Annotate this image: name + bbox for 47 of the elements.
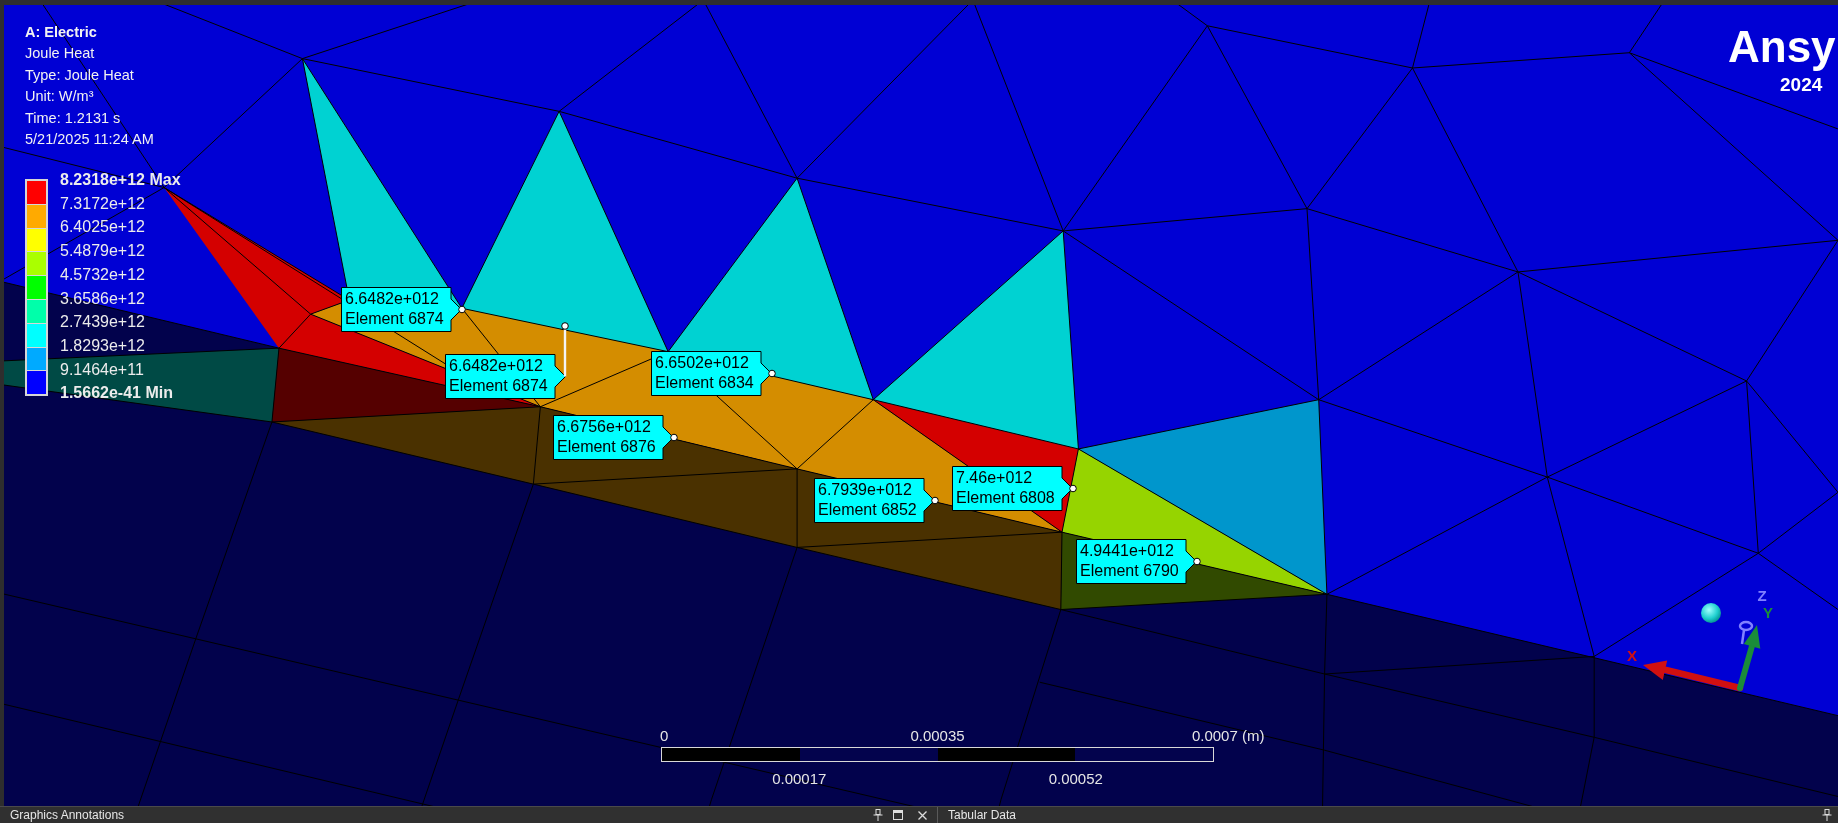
- pin-icon[interactable]: [1822, 809, 1832, 821]
- probe-point-icon: [561, 322, 569, 330]
- legend-value: 5.4879e+12: [60, 241, 145, 262]
- close-icon[interactable]: [918, 810, 927, 820]
- panel-title[interactable]: Tabular Data: [948, 807, 1017, 823]
- panel-title[interactable]: Graphics Annotations: [10, 807, 125, 823]
- probe-label: 4.9441e+012 Element 6790: [1076, 539, 1197, 584]
- axis-arrow[interactable]: [1643, 660, 1744, 692]
- maximize-icon[interactable]: [893, 810, 903, 820]
- probe-label: 6.6756e+012 Element 6876: [553, 415, 674, 460]
- legend-value: 3.6586e+12: [60, 288, 145, 309]
- logo-wordmark: Ansy: [1728, 25, 1836, 69]
- legend-value: 2.7439e+12: [60, 312, 145, 333]
- probe-label: 6.6482e+012 Element 6874: [445, 354, 566, 399]
- pin-icon[interactable]: [873, 809, 883, 821]
- probe-point-icon: [1193, 557, 1201, 566]
- legend-value: 4.5732e+12: [60, 264, 145, 285]
- probe-point-icon: [670, 433, 678, 442]
- legend-value: 1.5662e-41 Min: [60, 383, 173, 404]
- axis-label: X: [1627, 647, 1637, 664]
- probe-label: 6.6482e+012 Element 6874: [341, 287, 462, 332]
- result-info: Joule Heat: [25, 44, 95, 64]
- probe-label: 6.6502e+012 Element 6834: [651, 351, 772, 396]
- axis-arrow[interactable]: [1737, 625, 1761, 691]
- result-info: Unit: W/m³: [25, 87, 94, 107]
- legend-value: 9.1464e+11: [60, 359, 144, 380]
- probe-point-icon: [1069, 484, 1077, 493]
- probe-point-icon: [768, 369, 776, 378]
- scale-label: 0.00017: [772, 770, 827, 787]
- probe-point-icon: [458, 305, 466, 314]
- probe-point-icon: [931, 496, 939, 505]
- scale-label: 0.00052: [1048, 770, 1103, 787]
- axis-label: Z: [1757, 587, 1767, 604]
- probe-label: 7.46e+012 Element 6808: [952, 466, 1073, 511]
- result-info: 5/21/2025 11:24 AM: [25, 130, 154, 150]
- result-info: Type: Joule Heat: [25, 65, 134, 85]
- axis-arrow[interactable]: [1738, 620, 1754, 645]
- scale-label: 0.00035: [910, 727, 965, 744]
- result-info: Time: 1.2131 s: [25, 108, 121, 128]
- legend-value: 1.8293e+12: [60, 335, 145, 356]
- scale-label: 0: [660, 727, 669, 744]
- version-label: 2024: [1780, 75, 1823, 94]
- axis-label: Y: [1763, 604, 1773, 621]
- probe-label: 6.7939e+012 Element 6852: [814, 478, 935, 523]
- sphere-icon[interactable]: [1701, 603, 1721, 623]
- scale-label: 0.0007 (m): [1191, 727, 1265, 744]
- result-title: A: Electric: [25, 23, 97, 42]
